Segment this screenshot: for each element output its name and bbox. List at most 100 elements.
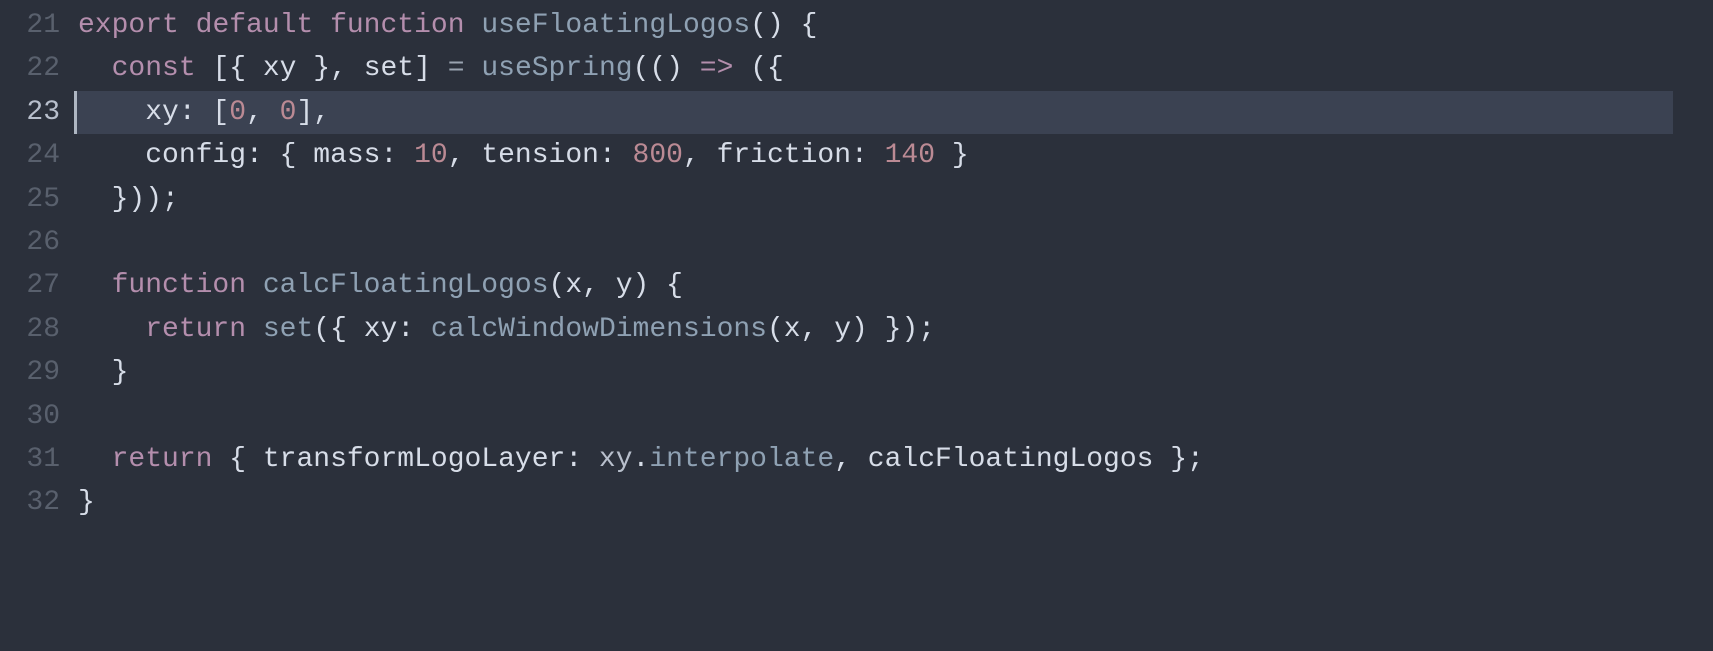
code-token: ] [414, 53, 448, 84]
code-line[interactable] [74, 221, 1713, 264]
code-token: , [834, 444, 868, 475]
code-token: : [397, 314, 431, 345]
code-token [196, 53, 213, 84]
code-token: xy [263, 53, 297, 84]
code-token: }; [1153, 444, 1203, 475]
code-token: calcFloatingLogos [868, 444, 1154, 475]
code-token: y [616, 270, 633, 301]
code-token: : [ [179, 97, 229, 128]
code-token [78, 184, 112, 215]
code-token [784, 10, 801, 41]
code-token [246, 270, 263, 301]
line-number: 29 [0, 351, 60, 394]
code-token: , [448, 140, 482, 171]
code-editor[interactable]: 212223242526272829303132 export default … [0, 0, 1713, 651]
code-line[interactable]: config: { mass: 10, tension: 800, fricti… [74, 134, 1713, 177]
code-token: function [330, 10, 464, 41]
code-token: set [364, 53, 414, 84]
code-token: ( [767, 314, 784, 345]
code-token: : [565, 444, 599, 475]
code-line[interactable]: xy: [0, 0], [74, 91, 1673, 134]
code-token: : [851, 140, 885, 171]
code-token: = [448, 53, 465, 84]
code-token: 0 [280, 97, 297, 128]
code-token: }, [296, 53, 363, 84]
code-token: (() [633, 53, 700, 84]
code-token [78, 97, 145, 128]
code-token: , [246, 97, 280, 128]
code-token: y [834, 314, 851, 345]
code-token: mass [313, 140, 380, 171]
code-token [78, 314, 145, 345]
code-token: set [263, 314, 313, 345]
code-line[interactable]: } [74, 481, 1713, 524]
line-number: 22 [0, 47, 60, 90]
code-token: : [380, 140, 414, 171]
line-number: 28 [0, 308, 60, 351]
code-token: x [784, 314, 801, 345]
code-token: default [196, 10, 314, 41]
code-token: 10 [414, 140, 448, 171]
code-token: calcFloatingLogos [263, 270, 549, 301]
code-token: ({ [313, 314, 363, 345]
code-token: ( [549, 270, 566, 301]
code-token: xy [599, 444, 633, 475]
line-number: 24 [0, 134, 60, 177]
code-token: { [801, 10, 818, 41]
code-line[interactable]: return set({ xy: calcWindowDimensions(x,… [74, 308, 1713, 351]
code-token: useSpring [481, 53, 632, 84]
code-line[interactable]: } [74, 351, 1713, 394]
code-token [246, 314, 263, 345]
code-token: interpolate [649, 444, 834, 475]
code-token: useFloatingLogos [481, 10, 750, 41]
code-token: . [633, 444, 650, 475]
line-number: 27 [0, 264, 60, 307]
code-token: { [229, 444, 263, 475]
code-token [465, 10, 482, 41]
code-token: ) }); [851, 314, 935, 345]
line-number: 25 [0, 178, 60, 221]
code-token: })); [112, 184, 179, 215]
code-token: () [750, 10, 784, 41]
code-token [313, 10, 330, 41]
code-area[interactable]: export default function useFloatingLogos… [74, 4, 1713, 651]
code-token: 0 [229, 97, 246, 128]
code-token: => [700, 53, 734, 84]
code-token: ) { [633, 270, 683, 301]
code-token: : [599, 140, 633, 171]
code-token: } [935, 140, 969, 171]
code-token: , [683, 140, 717, 171]
line-number: 23 [0, 91, 60, 134]
line-number: 31 [0, 438, 60, 481]
code-line[interactable] [74, 395, 1713, 438]
code-token: friction [717, 140, 851, 171]
code-token [78, 357, 112, 388]
code-token: xy [145, 97, 179, 128]
code-token: return [145, 314, 246, 345]
code-token [212, 444, 229, 475]
code-token: } [112, 357, 129, 388]
line-number: 30 [0, 395, 60, 438]
line-number: 32 [0, 481, 60, 524]
code-token [465, 53, 482, 84]
code-token: , [801, 314, 835, 345]
code-token: x [565, 270, 582, 301]
code-line[interactable]: export default function useFloatingLogos… [74, 4, 1713, 47]
code-token: transformLogoLayer [263, 444, 565, 475]
code-token [78, 140, 145, 171]
code-line[interactable]: function calcFloatingLogos(x, y) { [74, 264, 1713, 307]
line-number: 21 [0, 4, 60, 47]
code-token: } [78, 487, 95, 518]
code-line[interactable]: const [{ xy }, set] = useSpring(() => ({ [74, 47, 1713, 90]
code-token: function [112, 270, 246, 301]
code-token: const [112, 53, 196, 84]
code-token [179, 10, 196, 41]
code-line[interactable]: })); [74, 178, 1713, 221]
code-line[interactable]: return { transformLogoLayer: xy.interpol… [74, 438, 1713, 481]
code-token [78, 444, 112, 475]
line-number-gutter: 212223242526272829303132 [0, 4, 74, 651]
code-token: xy [364, 314, 398, 345]
code-token: [{ [212, 53, 262, 84]
code-token: ({ [733, 53, 783, 84]
code-token: 140 [885, 140, 935, 171]
